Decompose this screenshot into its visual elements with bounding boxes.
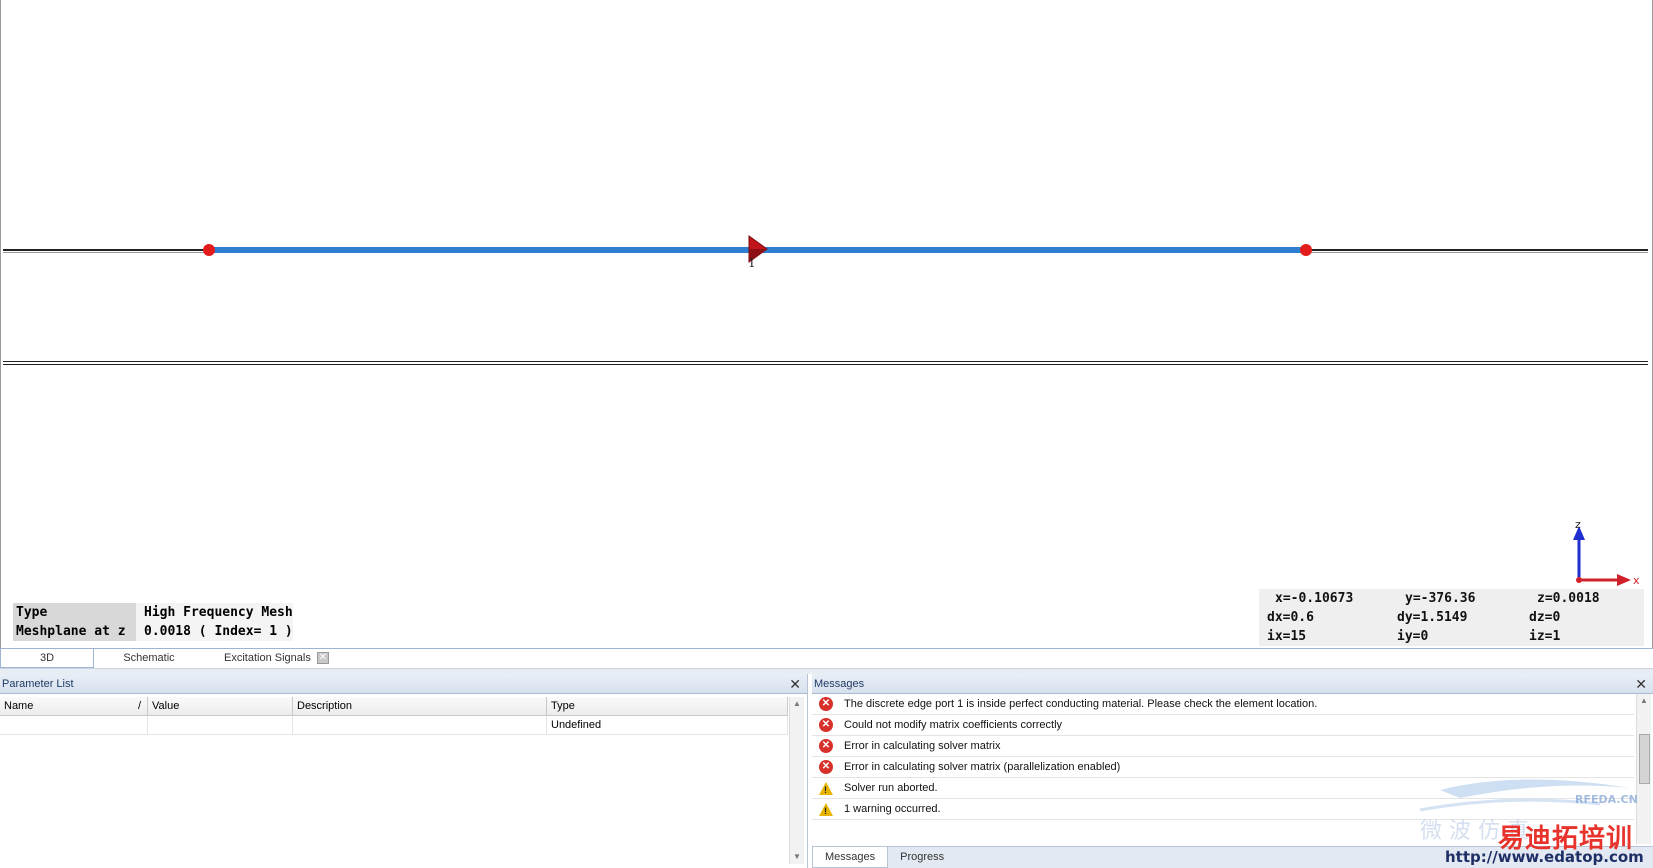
watermark-url: http://www.edatop.com (1445, 848, 1644, 866)
cell-name[interactable] (0, 716, 148, 734)
view-tab-bar: 3D Schematic Excitation Signals ✕ (0, 648, 1653, 668)
app-window: 1 Type High Frequency Mesh Meshplane at … (0, 0, 1653, 868)
axis-x-label: x (1633, 574, 1640, 587)
coord-iy: iy=0 (1397, 629, 1429, 644)
warning-icon: ! (819, 802, 833, 816)
close-icon[interactable]: ✕ (316, 652, 329, 665)
tab-3d[interactable]: 3D (0, 649, 94, 668)
parameter-table: Name / Value Description Type Undefined (0, 697, 788, 735)
3d-viewport[interactable]: 1 Type High Frequency Mesh Meshplane at … (0, 0, 1653, 648)
watermark-rfeda: RFEDA.CN (1575, 793, 1638, 806)
tab-excitation-signals-label: Excitation Signals (224, 652, 311, 664)
message-text: Error in calculating solver matrix (para… (844, 761, 1121, 773)
close-icon[interactable]: ✕ (1635, 674, 1647, 694)
error-icon: ✕ (819, 718, 833, 732)
substrate-edge-bottom (3, 364, 1648, 365)
column-header-name[interactable]: Name / (0, 697, 148, 715)
wire-endpoint-left[interactable] (203, 244, 215, 256)
coord-x: x=-0.10673 (1275, 591, 1354, 606)
parameter-list-panel: Parameter List ✕ Name / Value Description… (0, 674, 808, 868)
message-text: The discrete edge port 1 is inside perfe… (844, 698, 1318, 710)
mesh-info-value: High Frequency Mesh (136, 603, 293, 622)
column-header-description[interactable]: Description (293, 697, 547, 715)
tab-excitation-signals[interactable]: Excitation Signals ✕ (204, 649, 349, 668)
list-item[interactable]: ✕ Could not modify matrix coefficients c… (812, 715, 1634, 736)
cell-value[interactable] (148, 716, 293, 734)
message-text: 1 warning occurred. (844, 803, 941, 815)
messages-header: Messages ✕ (812, 674, 1653, 694)
mesh-info-key: Type (13, 603, 136, 622)
coord-dy: dy=1.5149 (1397, 610, 1468, 625)
scroll-up-icon[interactable]: ▲ (1637, 694, 1651, 708)
coordinate-readout: x=-0.10673 y=-376.36 z=0.0018 dx=0.6 dy=… (1259, 589, 1644, 646)
mesh-info-key: Meshplane at z (13, 622, 136, 641)
axis-z-label: z (1575, 518, 1581, 531)
close-icon[interactable]: ✕ (789, 674, 801, 694)
message-text: Solver run aborted. (844, 782, 938, 794)
error-icon: ✕ (819, 697, 833, 711)
scroll-up-icon[interactable]: ▲ (790, 697, 804, 711)
sort-icon: / (137, 700, 141, 712)
message-text: Could not modify matrix coefficients cor… (844, 719, 1063, 731)
coord-ix: ix=15 (1267, 629, 1307, 644)
error-icon: ✕ (819, 760, 833, 774)
mesh-info-row: Type High Frequency Mesh (13, 603, 293, 622)
coord-z: z=0.0018 (1537, 591, 1600, 606)
parameter-scrollbar[interactable]: ▲ ▼ (789, 697, 804, 864)
column-header-type[interactable]: Type (547, 697, 788, 715)
table-row[interactable]: Undefined (0, 716, 788, 735)
cell-description[interactable] (293, 716, 547, 734)
tab-messages[interactable]: Messages (812, 847, 889, 868)
cell-type[interactable]: Undefined (547, 716, 788, 734)
mesh-info-value: 0.0018 ( Index= 1 ) (136, 622, 293, 641)
mesh-info-row: Meshplane at z 0.0018 ( Index= 1 ) (13, 622, 293, 641)
parameter-list-header: Parameter List ✕ (0, 674, 807, 694)
error-icon: ✕ (819, 739, 833, 753)
column-header-value[interactable]: Value (148, 697, 293, 715)
message-text: Error in calculating solver matrix (844, 740, 1001, 752)
list-item[interactable]: ✕ The discrete edge port 1 is inside per… (812, 694, 1634, 715)
warning-icon: ! (819, 781, 833, 795)
tab-schematic[interactable]: Schematic (94, 649, 204, 668)
port-number-label: 1 (748, 256, 756, 270)
coord-dx: dx=0.6 (1267, 610, 1314, 625)
wire-endpoint-right[interactable] (1300, 244, 1312, 256)
mesh-info-panel: Type High Frequency Mesh Meshplane at z … (13, 603, 293, 641)
list-item[interactable]: ✕ Error in calculating solver matrix (812, 736, 1634, 757)
scroll-down-icon[interactable]: ▼ (790, 850, 804, 864)
coord-y: y=-376.36 (1405, 591, 1476, 606)
coord-iz: iz=1 (1529, 629, 1561, 644)
axes-gizmo-icon: z x (1573, 518, 1640, 587)
substrate-edge-top (3, 361, 1648, 362)
coord-dz: dz=0 (1529, 610, 1561, 625)
parameter-list-title: Parameter List (2, 678, 74, 690)
table-header: Name / Value Description Type (0, 697, 788, 716)
messages-title: Messages (814, 678, 865, 690)
tab-progress[interactable]: Progress (888, 847, 956, 868)
